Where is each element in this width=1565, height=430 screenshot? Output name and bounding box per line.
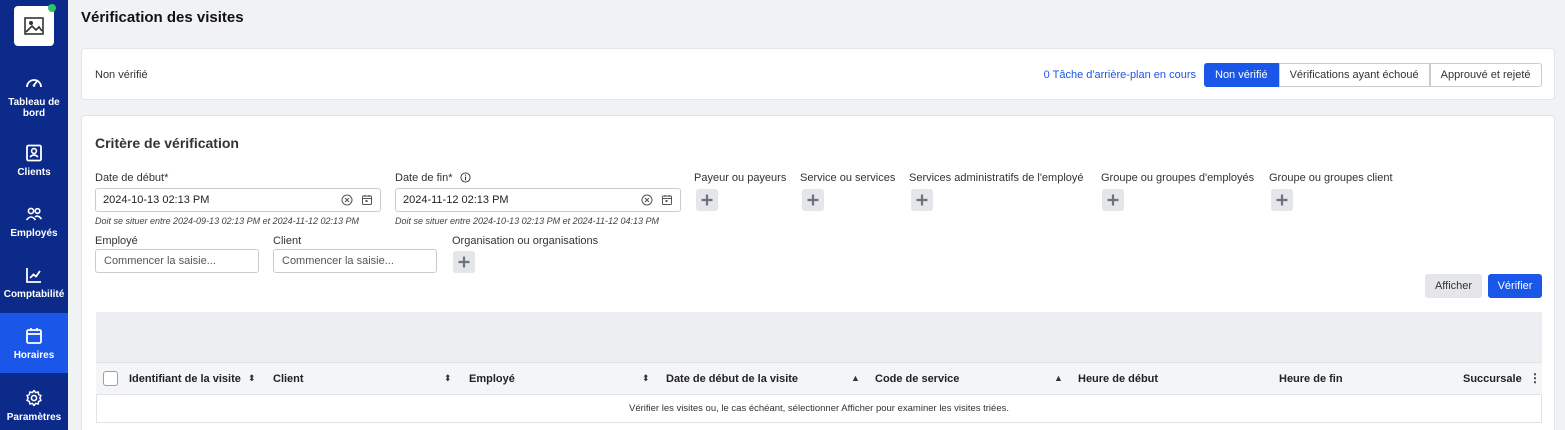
table-header: Identifiant de la visite ⬍ Client ⬍ Empl… (96, 362, 1542, 395)
plus-icon (1276, 194, 1288, 206)
sidebar-item-label: Clients (17, 166, 51, 178)
sidebar-item-settings[interactable]: Paramètres (0, 375, 68, 430)
add-organisation-button[interactable] (453, 251, 475, 273)
app-logo[interactable] (14, 4, 56, 46)
verification-criteria-panel: Critère de vérification Date de début* 2… (81, 115, 1555, 430)
sidebar-item-label: Comptabilité (3, 288, 65, 300)
clear-icon[interactable] (341, 194, 353, 206)
sidebar-item-employees[interactable]: Employés (0, 191, 68, 251)
required-marker: * (448, 172, 453, 184)
sort-both-icon[interactable]: ⬍ (444, 373, 452, 384)
users-icon (25, 207, 43, 221)
column-employee[interactable]: Employé (469, 373, 515, 385)
status-bar: Non vérifié 0 Tâche d'arrière-plan en co… (81, 48, 1555, 100)
start-date-input[interactable]: 2024-10-13 02:13 PM (95, 188, 381, 212)
plus-icon (458, 256, 470, 268)
sidebar-item-label: Horaires (13, 349, 55, 361)
add-payer-button[interactable] (696, 189, 718, 211)
table-empty-message: Vérifier les visites ou, le cas échéant,… (96, 395, 1542, 423)
calendar-icon[interactable] (661, 194, 673, 206)
column-menu-icon[interactable]: ⋮ (1529, 371, 1541, 385)
client-input[interactable] (273, 249, 437, 273)
end-date-label-text: Date de fin (395, 172, 449, 184)
tab-approved-rejected[interactable]: Approuvé et rejeté (1429, 63, 1542, 87)
column-client[interactable]: Client (273, 373, 304, 385)
sidebar-item-schedules[interactable]: Horaires (0, 313, 68, 373)
clear-icon[interactable] (641, 194, 653, 206)
sort-asc-icon[interactable]: ▲ (1054, 373, 1063, 383)
add-employee-group-button[interactable] (1102, 189, 1124, 211)
start-date-hint: Doit se situer entre 2024-09-13 02:13 PM… (95, 216, 359, 226)
tab-not-verified[interactable]: Non vérifié (1204, 63, 1279, 87)
client-label: Client (273, 235, 302, 247)
sidebar: Tableau de bord Clients Employés Comptab… (0, 0, 68, 430)
sidebar-item-clients[interactable]: Clients (0, 130, 68, 190)
end-date-value: 2024-11-12 02:13 PM (403, 194, 509, 206)
column-branch[interactable]: Succursale (1463, 373, 1522, 385)
end-date-label: Date de fin* (395, 172, 452, 184)
admin-services-label: Services administratifs de l'employé (909, 172, 1084, 184)
start-date-value: 2024-10-13 02:13 PM (103, 194, 210, 206)
add-admin-service-button[interactable] (911, 189, 933, 211)
sidebar-item-accounting[interactable]: Comptabilité (0, 252, 68, 312)
sidebar-item-label: Employés (10, 227, 58, 239)
end-date-input[interactable]: 2024-11-12 02:13 PM (395, 188, 681, 212)
plus-icon (916, 194, 928, 206)
gauge-icon (26, 79, 42, 88)
info-icon[interactable] (460, 172, 471, 183)
criteria-title: Critère de vérification (95, 135, 239, 151)
plus-icon (701, 194, 713, 206)
background-tasks-link[interactable]: 0 Tâche d'arrière-plan en cours (1044, 69, 1196, 81)
column-service-code[interactable]: Code de service (875, 373, 959, 385)
calendar-icon[interactable] (361, 194, 373, 206)
add-service-button[interactable] (802, 189, 824, 211)
plus-icon (807, 194, 819, 206)
page-title: Vérification des visites (81, 9, 244, 26)
plus-icon (1107, 194, 1119, 206)
services-label: Service ou services (800, 172, 896, 184)
payers-label: Payeur ou payeurs (694, 172, 787, 184)
start-date-label-text: Date de début (95, 172, 165, 184)
online-status-dot (48, 4, 56, 12)
sidebar-item-label: Paramètres (6, 411, 62, 423)
employee-label: Employé (95, 235, 138, 247)
employee-input[interactable] (95, 249, 259, 273)
calendar-icon (26, 327, 42, 344)
column-visit-start-date[interactable]: Date de début de la visite (666, 373, 798, 385)
start-date-label: Date de début* (95, 172, 168, 184)
current-filter-label: Non vérifié (95, 69, 148, 81)
sidebar-item-label: Tableau de bord (8, 97, 60, 119)
gear-icon (26, 389, 42, 406)
sidebar-item-dashboard[interactable]: Tableau de bord (0, 66, 68, 126)
tab-failed-verifications[interactable]: Vérifications ayant échoué (1278, 63, 1430, 87)
required-marker: * (164, 172, 169, 184)
show-button[interactable]: Afficher (1425, 274, 1482, 298)
chart-line-icon (26, 267, 41, 283)
sort-both-icon[interactable]: ⬍ (642, 373, 650, 384)
select-all-checkbox[interactable] (103, 371, 118, 386)
employee-groups-label: Groupe ou groupes d'employés (1101, 172, 1255, 184)
column-start-time[interactable]: Heure de début (1078, 373, 1158, 385)
verify-button[interactable]: Vérifier (1488, 274, 1542, 298)
organisations-label: Organisation ou organisations (452, 235, 599, 247)
end-date-hint: Doit se situer entre 2024-10-13 02:13 PM… (395, 216, 659, 226)
contact-card-icon (26, 144, 42, 161)
table-toolbar (96, 312, 1542, 362)
column-visit-id[interactable]: Identifiant de la visite (129, 373, 241, 385)
sort-both-icon[interactable]: ⬍ (248, 373, 256, 384)
column-end-time[interactable]: Heure de fin (1279, 373, 1343, 385)
image-placeholder-icon (24, 17, 44, 35)
status-tabs: Non vérifié Vérifications ayant échoué A… (1204, 63, 1542, 87)
client-groups-label: Groupe ou groupes client (1269, 172, 1393, 184)
sort-asc-icon[interactable]: ▲ (851, 373, 860, 383)
add-client-group-button[interactable] (1271, 189, 1293, 211)
